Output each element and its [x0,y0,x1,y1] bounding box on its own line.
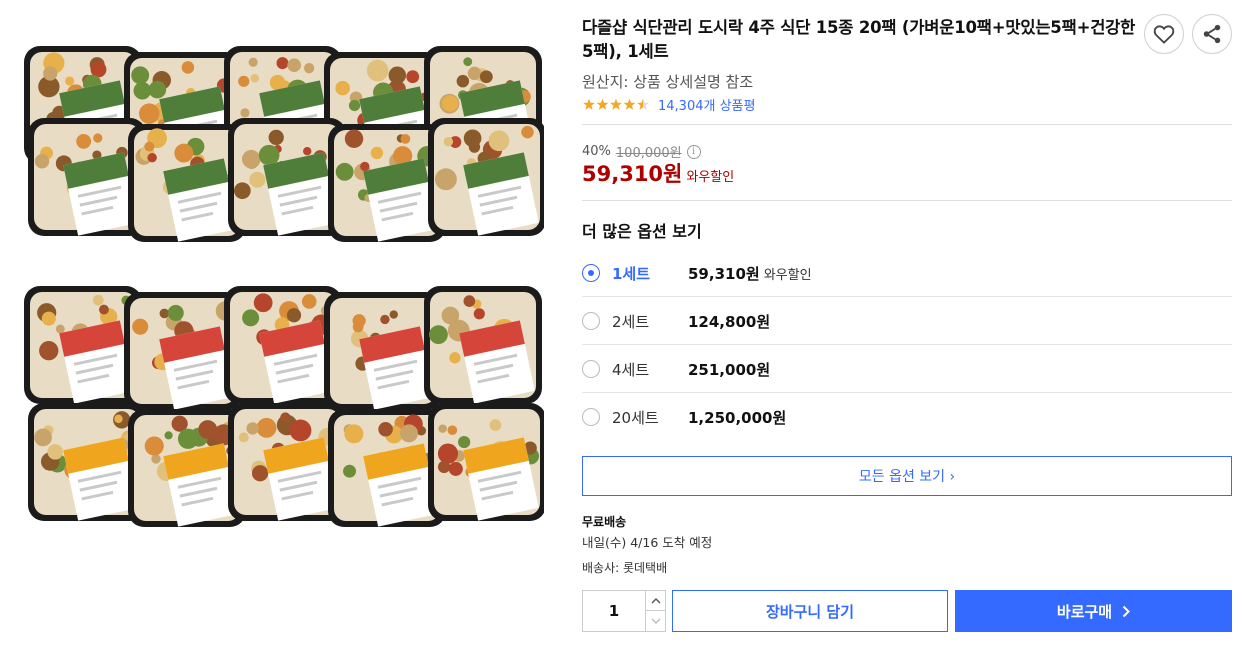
option-label: 2세트 [612,313,650,331]
option-label: 1세트 [612,265,651,283]
chevron-up-icon [651,597,660,603]
all-options-button[interactable]: 모든 옵션 보기 › [582,456,1232,496]
options-heading: 더 많은 옵션 보기 [582,222,702,241]
option-price: 1,250,000원 [688,409,787,427]
option-price: 251,000원 [688,361,771,379]
review-count-link[interactable]: 14,304개 상품평 [658,95,755,114]
radio-button[interactable] [582,312,600,330]
option-list: 1세트 59,310원 와우할인 2세트 124,800원 4세트 251,000… [582,249,1232,441]
info-icon[interactable]: i [686,144,701,159]
star-icon [637,98,649,110]
star-rating [582,98,652,111]
discount-rate: 40% [582,144,611,159]
radio-button[interactable] [582,408,600,426]
option-label: 4세트 [612,361,650,379]
chevron-right-icon [1122,605,1131,617]
star-icon [610,98,622,110]
heart-icon [1153,25,1175,44]
add-to-cart-button[interactable]: 장바구니 담기 [672,590,948,632]
option-label: 20세트 [612,409,659,427]
free-shipping-label: 무료배송 [582,515,627,529]
share-icon [1203,24,1221,44]
star-icon [596,98,609,110]
arrival-date: 내일(수) 4/16 도착 예정 [582,535,713,550]
star-icon [583,98,595,110]
price-row: 59,310원 와우할인 [582,158,734,188]
meal-box [428,118,544,236]
option-price-value: 59,310원 [688,265,760,283]
wishlist-button[interactable] [1144,14,1184,54]
radio-button[interactable] [582,264,600,282]
buy-now-label: 바로구매 [1056,602,1113,621]
sale-price: 59,310원 [582,162,683,186]
option-item-20set[interactable]: 20세트 1,250,000원 [582,393,1232,441]
option-price: 124,800원 [688,313,771,331]
chevron-down-icon [651,618,660,624]
origin-info: 원산지: 상품 상세설명 참조 [582,73,754,91]
option-item-4set[interactable]: 4세트 251,000원 [582,345,1232,393]
quantity-decrease-button[interactable] [645,611,665,631]
product-title: 다즐샵 식단관리 도시락 4주 식단 15종 20팩 (가벼운10팩+맛있는5팩… [582,18,1136,61]
share-button[interactable] [1192,14,1232,54]
option-tag: 와우할인 [763,268,812,283]
divider [582,200,1232,201]
star-icon [623,98,636,110]
option-item-1set[interactable]: 1세트 59,310원 와우할인 [582,249,1232,297]
buy-now-button[interactable]: 바로구매 [955,590,1232,632]
quantity-increase-button[interactable] [645,591,665,611]
quantity-stepper [582,590,666,632]
option-item-2set[interactable]: 2세트 124,800원 [582,297,1232,345]
star-icons [583,98,649,110]
option-price: 59,310원 와우할인 [688,263,812,284]
meal-boxes-illustration [24,46,544,527]
rating-row: 14,304개 상품평 [582,95,755,114]
quantity-input[interactable] [583,591,645,631]
meal-box [424,286,542,404]
carrier-info: 배송사: 롯데택배 [582,561,668,575]
meal-box [428,403,544,521]
product-image [18,38,544,538]
divider [582,124,1232,125]
radio-button[interactable] [582,360,600,378]
wow-discount-label: 와우할인 [686,170,735,185]
